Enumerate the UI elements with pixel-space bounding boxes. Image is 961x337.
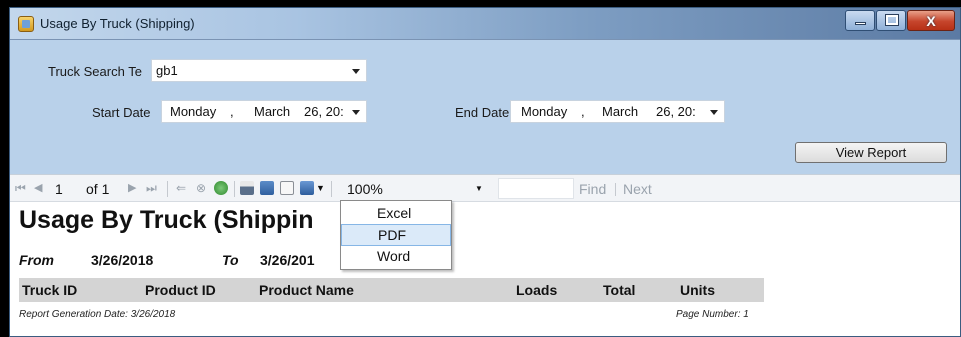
- column-header: Loads: [516, 282, 558, 298]
- page-count: of 1: [86, 181, 110, 197]
- page-current-input[interactable]: 1: [55, 181, 63, 197]
- report-generation-date: Report Generation Date: 3/26/2018: [19, 309, 176, 320]
- find-input[interactable]: [498, 178, 574, 199]
- report-toolbar: ⏮ ◀ 1 of 1 ▶ ⏭ ⇐ ⊗ ▼ 100% ▼ Find Next: [10, 174, 960, 202]
- last-page-icon[interactable]: ⏭: [146, 181, 157, 196]
- chevron-down-icon[interactable]: ▼: [475, 184, 483, 193]
- export-icon[interactable]: [300, 181, 314, 195]
- print-layout-icon[interactable]: [260, 181, 274, 195]
- toolbar-separator: [234, 181, 235, 197]
- start-date-month[interactable]: March: [254, 104, 290, 119]
- minimize-icon: [855, 22, 866, 25]
- column-header: Product Name: [259, 282, 354, 298]
- end-date-sep: ,: [581, 104, 585, 119]
- chevron-down-icon[interactable]: [352, 69, 360, 74]
- window-controls: X: [844, 10, 955, 32]
- column-header: Total: [603, 282, 636, 298]
- stop-icon[interactable]: ⊗: [196, 181, 206, 195]
- start-date-label: Start Date: [92, 105, 151, 120]
- export-menu: Excel PDF Word: [340, 200, 452, 270]
- menu-item-label: PDF: [378, 227, 406, 243]
- truck-search-value: gb1: [156, 63, 178, 78]
- start-date-picker[interactable]: Monday , March 26, 20:: [161, 100, 367, 123]
- title-bar[interactable]: Usage By Truck (Shipping) X: [10, 8, 960, 40]
- app-icon: [18, 16, 34, 32]
- from-label: From: [19, 252, 54, 268]
- report-window: Usage By Truck (Shipping) X Truck Search…: [9, 7, 961, 337]
- menu-item-excel[interactable]: Excel: [341, 203, 451, 225]
- page-setup-icon[interactable]: [280, 181, 294, 195]
- close-icon: X: [926, 12, 936, 29]
- chevron-down-icon[interactable]: ▼: [316, 183, 325, 193]
- start-date-sep: ,: [230, 104, 234, 119]
- prev-page-icon[interactable]: ◀: [34, 181, 42, 194]
- end-date-label: End Date: [455, 105, 510, 120]
- menu-item-pdf[interactable]: PDF: [341, 224, 451, 246]
- minimize-button[interactable]: [845, 10, 875, 31]
- window-title: Usage By Truck (Shipping): [40, 16, 195, 31]
- next-link[interactable]: Next: [623, 181, 652, 197]
- back-icon[interactable]: ⇐: [176, 181, 186, 195]
- report-title: Usage By Truck (Shippin: [19, 206, 314, 234]
- from-value: 3/26/2018: [91, 252, 154, 268]
- chevron-down-icon[interactable]: [352, 110, 360, 115]
- maximize-icon: [885, 14, 899, 26]
- column-header: Truck ID: [22, 282, 78, 298]
- end-date-month[interactable]: March: [602, 104, 638, 119]
- to-label: To: [222, 252, 239, 268]
- maximize-button[interactable]: [876, 10, 906, 31]
- truck-search-combo[interactable]: gb1: [151, 59, 367, 82]
- end-date-day[interactable]: Monday: [521, 104, 567, 119]
- end-date-date[interactable]: 26, 20:: [656, 104, 696, 119]
- refresh-icon[interactable]: [214, 181, 228, 195]
- view-report-button[interactable]: View Report: [795, 142, 947, 163]
- end-date-picker[interactable]: Monday , March 26, 20:: [510, 100, 725, 123]
- column-header: Product ID: [145, 282, 216, 298]
- next-page-icon[interactable]: ▶: [128, 181, 136, 194]
- toolbar-separator: [331, 181, 332, 197]
- find-link[interactable]: Find: [579, 181, 606, 197]
- menu-item-label: Excel: [377, 205, 412, 221]
- chevron-down-icon[interactable]: [710, 110, 718, 115]
- column-header: Units: [680, 282, 715, 298]
- toolbar-separator: [615, 183, 616, 196]
- report-viewer: Usage By Truck (Shippin From 3/26/2018 T…: [10, 202, 960, 336]
- start-date-date[interactable]: 26, 20:: [304, 104, 344, 119]
- menu-item-label: Word: [377, 248, 411, 264]
- report-header-row: Truck ID Product ID Product Name Loads T…: [19, 278, 764, 302]
- start-date-day[interactable]: Monday: [170, 104, 216, 119]
- first-page-icon[interactable]: ⏮: [15, 181, 26, 196]
- truck-search-label: Truck Search Te: [48, 64, 142, 79]
- menu-item-word[interactable]: Word: [341, 246, 451, 268]
- toolbar-separator: [167, 181, 168, 197]
- page-number: Page Number: 1: [676, 309, 749, 320]
- print-icon[interactable]: [240, 181, 254, 195]
- zoom-select[interactable]: 100%: [347, 181, 383, 197]
- to-value: 3/26/201: [260, 252, 315, 268]
- close-button[interactable]: X: [907, 10, 955, 31]
